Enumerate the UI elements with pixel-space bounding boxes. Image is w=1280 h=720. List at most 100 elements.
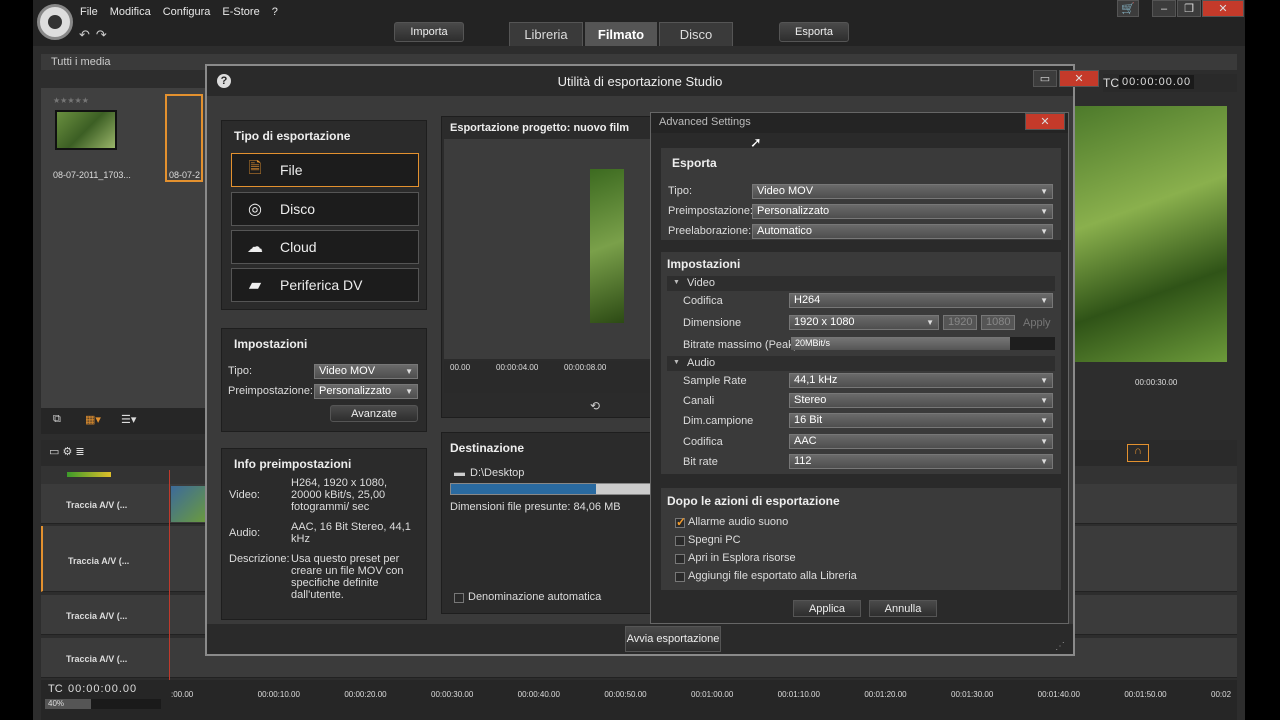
cart-icon[interactable]: 🛒 bbox=[1117, 0, 1139, 17]
menu-file[interactable]: File bbox=[80, 6, 98, 18]
preview-ruler-label-1: 00:00:04.00 bbox=[496, 363, 539, 372]
type-disc-button[interactable]: ◎ Disco bbox=[231, 192, 419, 226]
destination-path[interactable]: D:\Desktop bbox=[470, 467, 524, 479]
apply-button[interactable]: Applica bbox=[793, 600, 861, 617]
export-dialog-title: Utilità di esportazione Studio bbox=[207, 66, 1073, 96]
tipo-select[interactable]: Video MOV ▼ bbox=[314, 364, 418, 379]
adv-prerender-value: Automatico bbox=[757, 225, 813, 237]
cancel-button[interactable]: Annulla bbox=[869, 600, 937, 617]
timeline-ruler[interactable]: :00.00 00:00:10.00 00:00:20.00 00:00:30.00 0… bbox=[171, 688, 1237, 702]
after-export-header: Dopo le azioni di esportazione bbox=[667, 494, 840, 508]
type-file-button[interactable]: 🗎 File bbox=[231, 153, 419, 187]
dim-width-input: 1920 bbox=[943, 315, 977, 330]
timeline-settings-icon[interactable]: ▭ ⚙ ≣ bbox=[49, 445, 85, 458]
export-button[interactable]: Esporta bbox=[779, 22, 849, 42]
audio-subheader[interactable]: Audio bbox=[667, 356, 1055, 371]
sample-rate-select[interactable]: 44,1 kHz ▼ bbox=[789, 373, 1053, 388]
dimension-value: 1920 x 1080 bbox=[794, 316, 855, 328]
tab-libreria[interactable]: Libreria bbox=[509, 22, 583, 46]
track-label-4: Traccia A/V (... bbox=[66, 654, 128, 664]
video-subheader[interactable]: Video bbox=[667, 276, 1055, 291]
magnet-icon[interactable]: ∩ bbox=[1127, 444, 1149, 462]
cloud-icon: ☁ bbox=[247, 239, 263, 256]
channels-value: Stereo bbox=[794, 394, 827, 406]
tab-all-media[interactable]: Tutti i media bbox=[51, 56, 111, 68]
preview-ruler-label-0: 00.00 bbox=[450, 363, 471, 372]
info-desc-text: Usa questo preset per creare un file MOV… bbox=[291, 553, 404, 601]
import-button[interactable]: Importa bbox=[394, 22, 464, 42]
timeline-ruler-label: 00:01:20.00 bbox=[864, 690, 907, 699]
dialog-close-icon[interactable]: ✕ bbox=[1059, 70, 1099, 87]
chevron-down-icon: ▼ bbox=[1040, 207, 1048, 216]
shutdown-checkbox[interactable] bbox=[675, 536, 685, 546]
advanced-button[interactable]: Avanzate bbox=[330, 405, 418, 422]
sample-depth-select[interactable]: 16 Bit ▼ bbox=[789, 413, 1053, 428]
sample-depth-value: 16 Bit bbox=[794, 414, 823, 426]
bitrate-label: Bitrate massimo (Peak) bbox=[683, 339, 798, 351]
menu-estore[interactable]: E-Store bbox=[222, 6, 259, 18]
minimize-icon[interactable]: – bbox=[1152, 0, 1176, 17]
add-library-checkbox[interactable] bbox=[675, 572, 685, 582]
export-section-header: Esporta bbox=[672, 156, 717, 170]
preset-select-value: Personalizzato bbox=[319, 385, 392, 397]
dialog-help-icon[interactable]: ? bbox=[217, 74, 231, 88]
loop-icon[interactable]: ⟲ bbox=[590, 399, 600, 413]
undo-redo-icons[interactable]: ↶↷ bbox=[79, 27, 113, 43]
tab-disco[interactable]: Disco bbox=[659, 22, 733, 46]
media-thumb-1[interactable] bbox=[55, 110, 117, 150]
type-dv-button[interactable]: ▰ Periferica DV bbox=[231, 268, 419, 302]
timeline-tc-label: TC bbox=[48, 683, 63, 695]
adv-tipo-value: Video MOV bbox=[757, 185, 814, 197]
advanced-close-icon[interactable]: ✕ bbox=[1025, 113, 1065, 130]
sample-depth-label: Dim.campione bbox=[683, 415, 754, 427]
codec-select[interactable]: H264 ▼ bbox=[789, 293, 1053, 308]
chevron-down-icon: ▼ bbox=[926, 318, 934, 327]
audio-bitrate-select[interactable]: 112 ▼ bbox=[789, 454, 1053, 469]
top-bar: File Modifica Configura E-Store ? ↶↷ Imp… bbox=[33, 0, 1245, 46]
track-label-1: Traccia A/V (... bbox=[66, 500, 128, 510]
resize-grip-icon[interactable]: ⋰ bbox=[1055, 641, 1065, 652]
explorer-checkbox[interactable] bbox=[675, 554, 685, 564]
dimension-select[interactable]: 1920 x 1080 ▼ bbox=[789, 315, 939, 330]
after-export-section: Dopo le azioni di esportazione Allarme a… bbox=[660, 487, 1062, 591]
auto-name-checkbox[interactable] bbox=[454, 593, 464, 603]
copy-icon[interactable]: ⧉ bbox=[53, 413, 61, 426]
alarm-checkbox[interactable] bbox=[675, 515, 686, 529]
rating-stars: ★★★★★ bbox=[53, 96, 89, 105]
timeline-clip[interactable] bbox=[171, 486, 205, 522]
list-view-icon[interactable]: ☰▾ bbox=[121, 413, 136, 426]
advanced-settings-dialog: Advanced Settings ✕ Esporta Tipo: Video … bbox=[650, 112, 1069, 624]
menu-modifica[interactable]: Modifica bbox=[110, 6, 151, 18]
sample-rate-value: 44,1 kHz bbox=[794, 374, 838, 386]
bitrate-slider[interactable]: 20MBit/s bbox=[791, 337, 1055, 350]
audio-codec-select[interactable]: AAC ▼ bbox=[789, 434, 1053, 449]
timeline-ruler-label: 00:01:00.00 bbox=[691, 690, 734, 699]
chevron-down-icon: ▼ bbox=[1040, 376, 1048, 385]
preset-select[interactable]: Personalizzato ▼ bbox=[314, 384, 418, 399]
channels-select[interactable]: Stereo ▼ bbox=[789, 393, 1053, 408]
tab-filmato[interactable]: Filmato bbox=[585, 22, 657, 46]
media-thumb-1-label: 08-07-2011_1703... bbox=[53, 170, 131, 180]
restore-icon[interactable]: ❐ bbox=[1177, 0, 1201, 17]
menu-configura[interactable]: Configura bbox=[163, 6, 211, 18]
zoom-slider[interactable]: 40% bbox=[45, 699, 161, 709]
adv-prerender-select[interactable]: Automatico ▼ bbox=[752, 224, 1053, 239]
adv-preset-select[interactable]: Personalizzato ▼ bbox=[752, 204, 1053, 219]
library-panel: ★★★★★ 08-07-2011_1703... 08-07-2 bbox=[41, 88, 206, 408]
player-ruler[interactable]: 00:00:30.00 bbox=[1075, 372, 1227, 412]
playhead[interactable] bbox=[169, 470, 170, 680]
tipo-select-value: Video MOV bbox=[319, 365, 376, 377]
help-icon[interactable]: ? bbox=[272, 6, 278, 18]
type-cloud-button[interactable]: ☁ Cloud bbox=[231, 230, 419, 264]
type-file-label: File bbox=[280, 162, 303, 178]
info-desc-label: Descrizione: bbox=[229, 553, 290, 565]
adv-tipo-select[interactable]: Video MOV ▼ bbox=[752, 184, 1053, 199]
close-app-icon[interactable]: ✕ bbox=[1202, 0, 1244, 17]
media-thumb-2-selected[interactable] bbox=[165, 94, 203, 182]
dialog-maximize-icon[interactable]: ▭ bbox=[1033, 70, 1057, 87]
start-export-button[interactable]: Avvia esportazione bbox=[625, 626, 721, 652]
player-preview-image bbox=[1075, 106, 1227, 362]
explorer-label: Apri in Esplora risorse bbox=[688, 552, 796, 564]
media-thumb-2-label: 08-07-2 bbox=[169, 170, 201, 180]
grid-view-icon[interactable]: ▦▾ bbox=[85, 413, 101, 426]
